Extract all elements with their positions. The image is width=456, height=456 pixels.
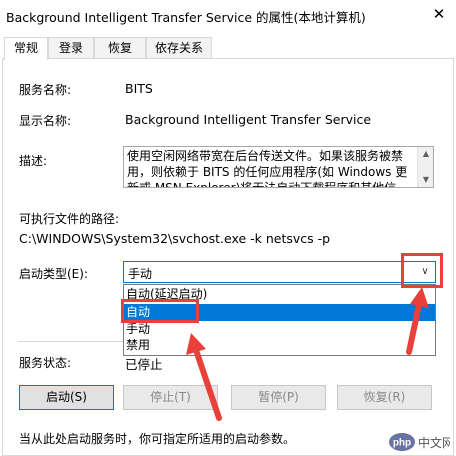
watermark-badge: php — [393, 438, 411, 449]
php-watermark-logo: php 中文网 — [388, 432, 454, 452]
annotation-arrow-up — [406, 287, 429, 355]
annotation-arrow-down — [186, 333, 222, 421]
watermark-text: 中文网 — [418, 435, 450, 450]
annotation-arrows — [186, 287, 429, 421]
